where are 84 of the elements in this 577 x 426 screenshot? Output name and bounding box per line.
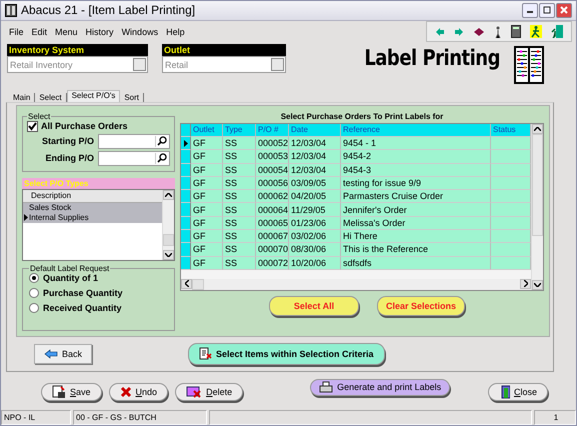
scroll-down-icon[interactable] <box>165 252 172 257</box>
menu-item[interactable]: Windows <box>122 26 158 37</box>
status-text: 00 - GF - GS - BUTCH <box>73 410 207 425</box>
menu-item[interactable]: Menu <box>55 26 78 37</box>
scroll-down-icon[interactable] <box>534 282 541 287</box>
scroll-thumb[interactable] <box>192 278 204 290</box>
delete-icon <box>186 386 202 398</box>
row-pointer-icon <box>24 214 28 222</box>
clear-selections-button[interactable]: Clear Selections <box>376 296 466 316</box>
scrollbar[interactable] <box>531 124 543 290</box>
row-pointer-icon <box>184 140 188 147</box>
table-cell: 10/20/06 <box>289 256 341 270</box>
radio-label: Purchase Quantity <box>43 288 123 298</box>
scrollbar[interactable] <box>162 190 174 260</box>
field-label: Outlet <box>162 44 286 56</box>
abacus-icon <box>514 46 544 84</box>
restore-button[interactable] <box>539 2 555 18</box>
select-all-button[interactable]: Select All <box>268 296 359 316</box>
checkbox-label: All Purchase Orders <box>41 121 128 132</box>
radio-button[interactable] <box>29 272 39 283</box>
group-title: Select <box>27 112 52 121</box>
window-title: Abacus 21 - [Item Label Printing] <box>21 3 196 18</box>
field-label: Starting P/O <box>42 136 94 146</box>
table-cell: 000072 <box>256 256 289 270</box>
scroll-up-icon[interactable] <box>165 192 172 197</box>
table-cell: sdfsdfs <box>341 256 491 270</box>
page-heading: Label Printing <box>364 46 500 72</box>
menu-item[interactable]: File <box>9 26 24 37</box>
scroll-up-icon[interactable] <box>534 126 541 131</box>
group-title: Default Label Request <box>29 264 110 273</box>
close-button[interactable] <box>556 2 572 18</box>
back-arrow-icon <box>44 348 58 359</box>
running-man-icon[interactable] <box>530 25 542 38</box>
tab[interactable]: Select P/O's <box>66 90 120 102</box>
grid-title: Select Purchase Orders To Print Labels for <box>280 112 444 123</box>
action-button[interactable]: Undo <box>108 382 168 401</box>
row-selector[interactable] <box>181 136 191 150</box>
scroll-thumb[interactable] <box>163 234 174 246</box>
radio-button[interactable] <box>29 288 39 298</box>
ending-po-field[interactable] <box>98 150 170 166</box>
scroll-right-icon[interactable] <box>524 280 528 288</box>
inventory-dropdown[interactable]: Retail Inventory <box>7 56 148 74</box>
column-header: Description <box>23 190 162 203</box>
save-icon <box>52 384 66 399</box>
action-button[interactable]: Delete <box>175 382 244 401</box>
starting-po-field[interactable] <box>98 134 170 149</box>
field-label: Ending P/O <box>46 153 94 164</box>
app-icon <box>5 4 17 17</box>
scroll-thumb[interactable] <box>532 134 543 236</box>
radio-label: Received Quantity <box>43 302 122 313</box>
close-app-button[interactable]: Close <box>488 382 548 401</box>
status-text: NPO - IL <box>1 410 71 425</box>
close-icon <box>560 6 568 14</box>
search-button[interactable] <box>155 152 168 164</box>
radio-label: Quantity of 1 <box>43 272 98 283</box>
x-mark-icon <box>120 386 132 398</box>
exit-door-icon[interactable] <box>551 25 563 38</box>
select-items-button[interactable]: Select Items within Selection Criteria <box>188 342 385 365</box>
radio-button[interactable] <box>29 302 39 313</box>
action-button[interactable]: Save <box>41 382 102 401</box>
printer-icon <box>319 381 334 394</box>
table-cell: SS <box>223 256 256 270</box>
calculator-icon[interactable] <box>511 25 521 38</box>
menu-item[interactable]: Edit <box>32 26 48 37</box>
status-text: 1 <box>534 410 576 425</box>
document-icon <box>199 347 212 360</box>
menu-item[interactable]: History <box>86 26 114 37</box>
back-button[interactable]: Back <box>34 344 92 364</box>
search-button[interactable] <box>155 136 168 147</box>
door-icon <box>499 384 510 399</box>
maximize-icon <box>543 6 551 14</box>
scroll-left-icon[interactable] <box>184 280 188 288</box>
list-title: Select P/O Types <box>22 178 175 189</box>
tab[interactable]: Sort <box>120 92 144 102</box>
outlet-dropdown[interactable]: Retail <box>162 56 286 74</box>
tab[interactable]: Main <box>9 92 36 102</box>
field-label: Inventory System <box>7 44 148 56</box>
generate-labels-button[interactable]: Generate and print Labels <box>310 378 450 396</box>
minimize-button[interactable] <box>522 2 538 18</box>
table-cell: GF <box>191 256 223 270</box>
scrollbar[interactable] <box>181 278 531 290</box>
checkbox[interactable] <box>27 120 38 132</box>
figure-icon[interactable] <box>494 26 502 38</box>
menu-item[interactable]: Help <box>166 26 185 37</box>
